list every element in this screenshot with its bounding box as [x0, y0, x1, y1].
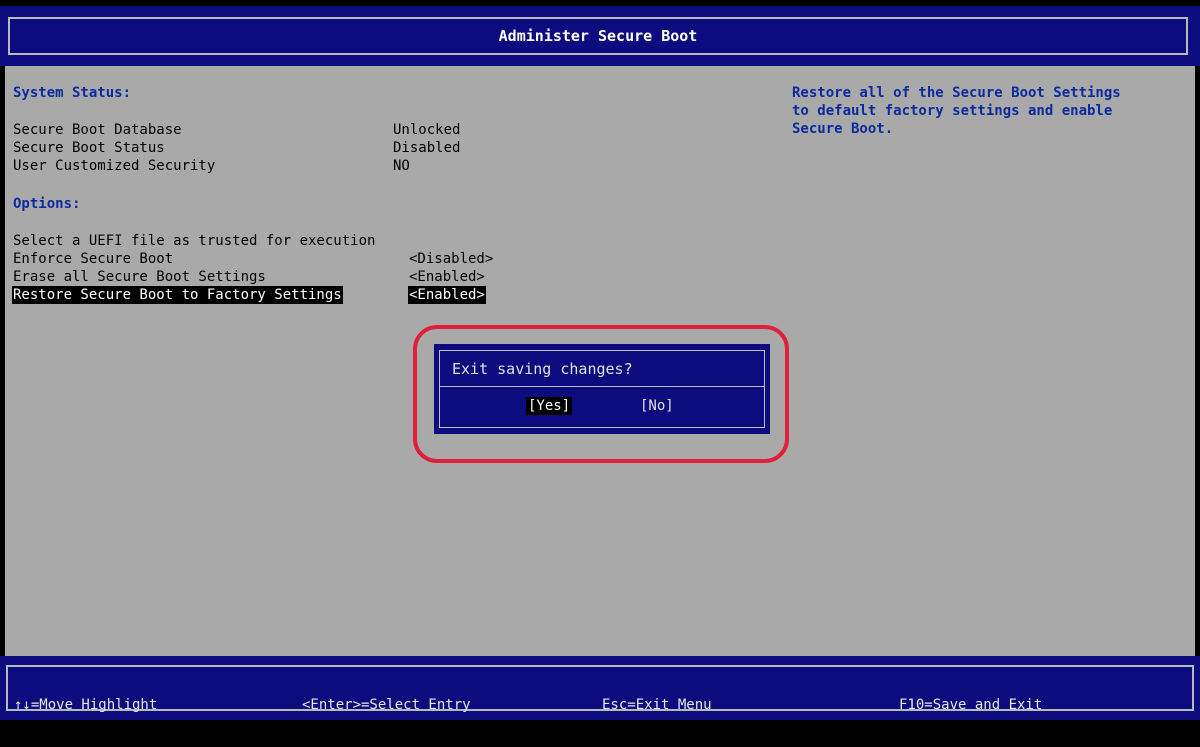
status-label-secure-boot-database: Secure Boot Database: [13, 122, 182, 138]
help-text-line-2: to default factory settings and enable: [792, 103, 1113, 119]
status-label-secure-boot-status: Secure Boot Status: [13, 140, 165, 156]
title-bar: Administer Secure Boot: [0, 6, 1200, 66]
bottom-strip: [0, 720, 1200, 747]
option-restore-factory-settings[interactable]: Restore Secure Boot to Factory Settings: [12, 286, 343, 304]
option-enforce-secure-boot-value[interactable]: <Disabled>: [409, 250, 493, 268]
option-enforce-secure-boot[interactable]: Enforce Secure Boot: [13, 250, 173, 268]
option-select-uefi-file[interactable]: Select a UEFI file as trusted for execut…: [13, 232, 375, 250]
system-status-heading: System Status:: [13, 85, 132, 101]
option-erase-all-value[interactable]: <Enabled>: [409, 268, 485, 286]
option-erase-all-secure-boot-settings[interactable]: Erase all Secure Boot Settings: [13, 268, 266, 286]
status-label-user-customized-security: User Customized Security: [13, 158, 216, 174]
status-value-secure-boot-database: Unlocked: [393, 122, 461, 138]
options-heading: Options:: [13, 196, 81, 212]
option-restore-factory-value[interactable]: <Enabled>: [408, 286, 486, 304]
page-title: Administer Secure Boot: [8, 17, 1188, 55]
help-text-line-3: Secure Boot.: [792, 121, 894, 137]
footer-key-save-and-exit: F10=Save and Exit: [899, 697, 1043, 713]
status-value-user-customized-security: NO: [393, 158, 410, 174]
help-text-line-1: Restore all of the Secure Boot Settings: [792, 85, 1121, 101]
footer-key-select-entry: <Enter>=Select Entry: [302, 697, 471, 713]
annotation-highlight-ring: [413, 325, 789, 463]
status-value-secure-boot-status: Disabled: [393, 140, 461, 156]
footer-key-move-highlight: ↑↓=Move Highlight: [14, 697, 158, 713]
footer-key-exit-menu: Esc=Exit Menu: [602, 697, 712, 713]
